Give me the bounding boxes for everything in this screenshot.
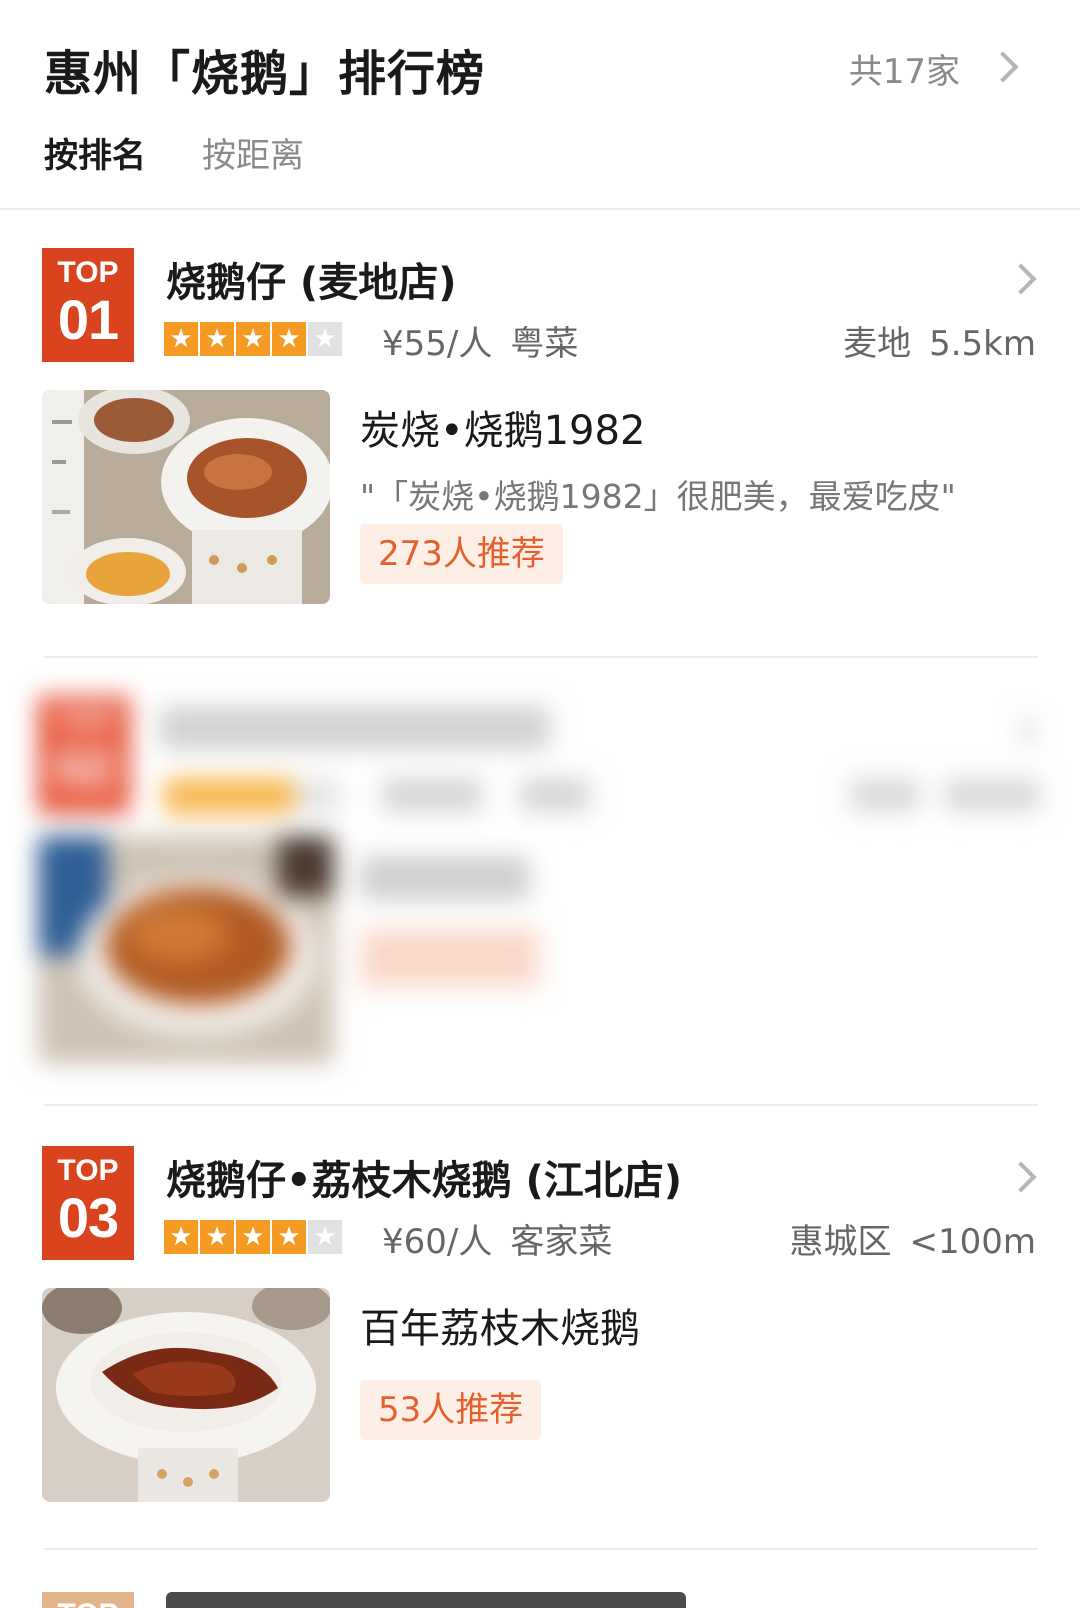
shop-name[interactable] <box>160 706 550 750</box>
recommend-badge <box>360 928 540 988</box>
rank-badge-number: 03 <box>57 1186 119 1249</box>
rank-badge-top: TOP <box>53 704 115 737</box>
star-icon: ★ <box>200 322 234 356</box>
star-empty-icon <box>296 778 340 814</box>
rank-badge-number: 02 <box>53 736 115 799</box>
recommend-badge: 273人推荐 <box>360 524 563 584</box>
rank-badge-top: TOP <box>57 256 119 289</box>
shop-meta: ¥55/人 粤菜 <box>382 316 578 365</box>
star-rating: ★ ★ ★ ★ ★ <box>164 322 342 356</box>
distance <box>944 778 1040 812</box>
star-icon: ★ <box>164 322 198 356</box>
star-icon: ★ <box>236 1220 270 1254</box>
rank-badge: TOP 03 <box>42 1146 134 1260</box>
price-per-person: ¥55/人 <box>382 324 493 364</box>
signature-dish: 百年荔枝木烧鹅 <box>360 1306 640 1352</box>
chevron-right-icon[interactable] <box>1005 263 1037 295</box>
cuisine <box>520 778 590 812</box>
review-quote: "「炭烧•烧鹅1982」很肥美，最爱吃皮" <box>360 477 956 516</box>
divider <box>44 656 1038 658</box>
shop-name[interactable] <box>166 1592 686 1608</box>
list-item[interactable]: TOP 01 烧鹅仔 (麦地店) ★ ★ ★ ★ ★ ¥55/人 粤菜 麦地 5.5… <box>0 248 1080 668</box>
list-item[interactable]: TOP 02 <box>0 696 1080 1116</box>
divider <box>44 1548 1038 1550</box>
rank-badge-top: TOP <box>42 1598 134 1608</box>
signature-dish <box>360 856 530 900</box>
distance: <100m <box>909 1222 1036 1262</box>
area: 麦地 <box>843 324 912 364</box>
area: 惠城区 <box>789 1222 892 1262</box>
dish-photo[interactable] <box>42 1288 330 1502</box>
rank-badge: TOP 01 <box>42 248 134 362</box>
dish-photo[interactable] <box>42 390 330 604</box>
price-per-person <box>382 778 482 812</box>
price-per-person: ¥60/人 <box>382 1222 493 1262</box>
star-icon: ★ <box>200 1220 234 1254</box>
star-empty-icon: ★ <box>308 1220 342 1254</box>
divider <box>44 1104 1038 1106</box>
star-rating <box>164 778 294 814</box>
shop-name-fragment <box>166 1592 686 1608</box>
rank-badge-number: 01 <box>57 288 119 351</box>
shop-name[interactable]: 烧鹅仔 (麦地店) <box>166 250 457 308</box>
star-rating: ★ ★ ★ ★ ★ <box>164 1220 342 1254</box>
cuisine: 粤菜 <box>510 324 579 364</box>
star-icon: ★ <box>164 1220 198 1254</box>
star-empty-icon: ★ <box>308 322 342 356</box>
rank-badge-top: TOP <box>57 1154 119 1187</box>
signature-dish: 炭烧•烧鹅1982 <box>360 408 646 454</box>
chevron-right-icon[interactable] <box>1005 715 1037 747</box>
star-icon: ★ <box>236 322 270 356</box>
distance: 5.5km <box>929 324 1036 364</box>
rank-badge: TOP 02 <box>38 696 130 814</box>
rank-badge: TOP <box>42 1592 134 1608</box>
shop-name[interactable]: 烧鹅仔•荔枝木烧鹅 (江北店) <box>166 1148 682 1206</box>
tab-sort-by-distance[interactable]: 按距离 <box>202 128 304 177</box>
list-item[interactable]: TOP 03 烧鹅仔•荔枝木烧鹅 (江北店) ★ ★ ★ ★ ★ ¥60/人 客家… <box>0 1146 1080 1566</box>
result-count[interactable]: 共17家 <box>849 44 960 93</box>
header-divider <box>0 208 1080 210</box>
star-icon: ★ <box>272 322 306 356</box>
shop-location: 麦地 5.5km <box>843 316 1036 365</box>
chevron-right-icon[interactable] <box>1005 1161 1037 1193</box>
shop-location: 惠城区 <100m <box>789 1214 1036 1263</box>
recommend-badge: 53人推荐 <box>360 1380 542 1440</box>
star-icon: ★ <box>272 1220 306 1254</box>
shop-meta: ¥60/人 客家菜 <box>382 1214 612 1263</box>
dish-photo[interactable] <box>38 836 334 1064</box>
chevron-right-icon[interactable] <box>987 51 1019 83</box>
tab-sort-by-rank[interactable]: 按排名 <box>44 128 146 177</box>
cuisine: 客家菜 <box>510 1222 613 1262</box>
page-title: 惠州「烧鹅」排行榜 <box>44 46 486 102</box>
area <box>850 778 920 812</box>
